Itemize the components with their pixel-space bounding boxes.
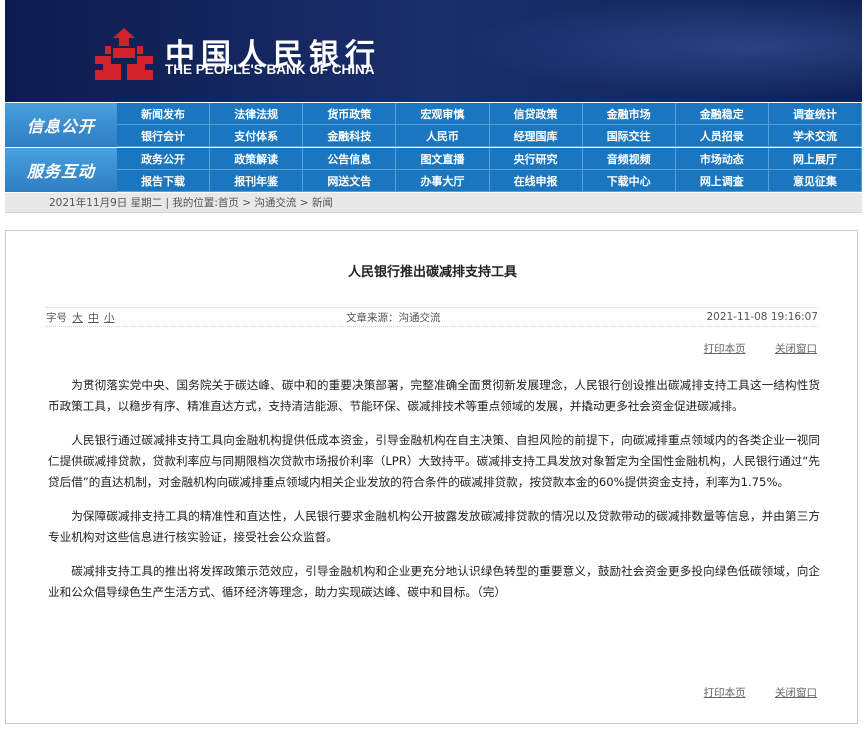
- nav-item[interactable]: 人民币: [396, 125, 490, 147]
- article-paragraph: 人民银行通过碳减排支持工具向金融机构提供低成本资金，引导金融机构在自主决策、自担…: [48, 433, 820, 489]
- nav-item[interactable]: 金融稳定: [675, 103, 769, 125]
- font-size-label: 字号: [46, 311, 67, 324]
- article-actions-bottom: 打印本页 关闭窗口: [678, 685, 817, 700]
- nav-item[interactable]: 信贷政策: [489, 103, 583, 125]
- article-paragraph: 为贯彻落实党中央、国务院关于碳达峰、碳中和的重要决策部署，完整准确全面贯彻新发展…: [48, 378, 820, 413]
- nav-item[interactable]: 网上展厅: [768, 148, 862, 170]
- nav-item[interactable]: 宏观审慎: [396, 103, 490, 125]
- nav-item[interactable]: 银行会计: [117, 125, 211, 147]
- nav-item[interactable]: 下载中心: [582, 170, 676, 192]
- breadcrumb-level1-link[interactable]: 沟通交流: [254, 195, 296, 210]
- nav-item[interactable]: 调查统计: [768, 103, 862, 125]
- nav-info-disclosure: 信息公开 新闻发布 法律法规 货币政策 宏观审慎 信贷政策 金融市场 金融稳定 调查统计银行会…: [5, 103, 862, 147]
- nav-grid-info: 新闻发布 法律法规 货币政策 宏观审慎 信贷政策 金融市场 金融稳定 调查统计银行会计 支付体系…: [117, 103, 862, 147]
- nav-item[interactable]: 新闻发布: [117, 103, 211, 125]
- nav-section-title: 信息公开: [5, 103, 117, 147]
- print-page-link[interactable]: 打印本页: [704, 687, 746, 699]
- header-banner: 中国人民银行 THE PEOPLE'S BANK OF CHINA: [5, 0, 862, 102]
- font-size-controls: 字号 大 中 小: [46, 310, 346, 325]
- nav-item[interactable]: 网上调查: [675, 170, 769, 192]
- nav-item[interactable]: 意见征集: [768, 170, 862, 192]
- nav-grid-service: 政务公开 政策解读 公告信息 图文直播 央行研究 音频视频 市场动态 网上展厅报告下载 报刊年鉴…: [117, 148, 862, 192]
- font-medium-link[interactable]: 中: [88, 312, 99, 324]
- breadcrumb-level2-link[interactable]: 新闻: [312, 195, 333, 210]
- nav-item[interactable]: 政务公开: [117, 148, 211, 170]
- nav-item[interactable]: 报告下载: [117, 170, 211, 192]
- banner-glow: [442, 0, 862, 102]
- breadcrumb-separator: >: [238, 196, 255, 209]
- pboc-logo-icon[interactable]: [91, 26, 157, 82]
- breadcrumb-separator: >: [296, 196, 312, 209]
- print-page-link[interactable]: 打印本页: [704, 343, 746, 355]
- nav-item[interactable]: 政策解读: [210, 148, 304, 170]
- article-paragraph: 碳减排支持工具的推出将发挥政策示范效应，引导金融机构和企业更充分地认识绿色转型的…: [48, 564, 820, 599]
- article-title: 人民银行推出碳减排支持工具: [347, 265, 517, 280]
- nav-item[interactable]: 网送文告: [303, 170, 397, 192]
- close-window-link[interactable]: 关闭窗口: [775, 343, 817, 355]
- nav-item[interactable]: 国际交往: [582, 125, 676, 147]
- breadcrumb-divider: |: [162, 196, 173, 209]
- article-datetime: 2021-11-08 19:16:07: [706, 311, 818, 323]
- article-source: 文章来源：沟通交流: [346, 311, 441, 324]
- nav-item[interactable]: 央行研究: [489, 148, 583, 170]
- article-actions-top: 打印本页 关闭窗口: [678, 341, 817, 356]
- article-paragraph: 为保障碳减排支持工具的精准性和直达性，人民银行要求金融机构公开披露发放碳减排贷款…: [48, 509, 820, 544]
- close-window-link[interactable]: 关闭窗口: [775, 687, 817, 699]
- nav-item[interactable]: 图文直播: [396, 148, 490, 170]
- article-container: 人民银行推出碳减排支持工具 字号 大 中 小 文章来源：沟通交流 2021-11…: [5, 230, 858, 724]
- font-large-link[interactable]: 大: [72, 312, 83, 324]
- nav-section-title: 服务互动: [5, 148, 117, 192]
- nav-item[interactable]: 市场动态: [675, 148, 769, 170]
- nav-item[interactable]: 公告信息: [303, 148, 397, 170]
- nav-item[interactable]: 法律法规: [210, 103, 304, 125]
- nav-item[interactable]: 人员招录: [675, 125, 769, 147]
- location-label: 我的位置:: [172, 197, 218, 209]
- nav-item[interactable]: 学术交流: [768, 125, 862, 147]
- nav-service-interaction: 服务互动 政务公开 政策解读 公告信息 图文直播 央行研究 音频视频 市场动态 网上展厅报告下…: [5, 148, 862, 192]
- current-date: 2021年11月9日 星期二: [49, 197, 163, 209]
- nav-item[interactable]: 金融科技: [303, 125, 397, 147]
- nav-item[interactable]: 支付体系: [210, 125, 304, 147]
- nav-item[interactable]: 金融市场: [582, 103, 676, 125]
- nav-item[interactable]: 办事大厅: [396, 170, 490, 192]
- article-meta: 字号 大 中 小 文章来源：沟通交流 2021-11-08 19:16:07: [46, 307, 818, 327]
- article-body: 为贯彻落实党中央、国务院关于碳达峰、碳中和的重要决策部署，完整准确全面贯彻新发展…: [48, 375, 820, 616]
- logo-title-en: THE PEOPLE'S BANK OF CHINA: [165, 62, 375, 77]
- nav-item[interactable]: 货币政策: [303, 103, 397, 125]
- breadcrumb-home-link[interactable]: 首页: [218, 195, 239, 210]
- breadcrumb: 2021年11月9日 星期二 | 我的位置: 首页 > 沟通交流 > 新闻: [5, 193, 862, 213]
- nav-item[interactable]: 音频视频: [582, 148, 676, 170]
- nav-item[interactable]: 在线申报: [489, 170, 583, 192]
- font-small-link[interactable]: 小: [104, 312, 115, 324]
- nav-item[interactable]: 经理国库: [489, 125, 583, 147]
- nav-item[interactable]: 报刊年鉴: [210, 170, 304, 192]
